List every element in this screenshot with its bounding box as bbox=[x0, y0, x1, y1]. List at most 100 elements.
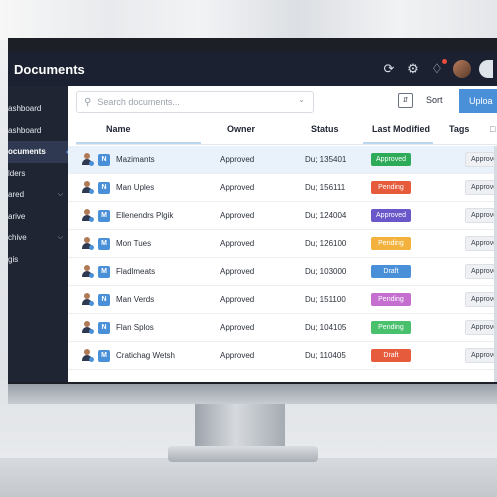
owner-cell: Approved bbox=[220, 323, 255, 332]
comment-icon[interactable]: □ bbox=[490, 124, 495, 134]
document-icon: M bbox=[98, 258, 110, 285]
sidebar-item[interactable]: arive bbox=[8, 206, 68, 228]
chevron-down-icon[interactable]: ⌄ bbox=[298, 95, 305, 104]
second-avatar[interactable] bbox=[479, 60, 493, 78]
owner-avatar bbox=[82, 258, 94, 285]
owner-avatar bbox=[82, 286, 94, 313]
sidebar-item[interactable]: chive ⌵ bbox=[8, 227, 68, 249]
sidebar-item-label: lders bbox=[8, 168, 26, 178]
sidebar-item[interactable]: ocuments bbox=[8, 141, 72, 163]
sort-button[interactable]: Sort bbox=[426, 95, 443, 105]
tag-badge[interactable]: Approved bbox=[465, 152, 497, 167]
table-row[interactable]: N Man Uples Approved Du; 156111 Pending Appro… bbox=[68, 174, 497, 202]
top-bar: Documents ⟳ ⚙ ♢ bbox=[8, 52, 497, 86]
status-badge-cell: Pending bbox=[371, 314, 411, 341]
table-row[interactable]: M Cratichag Wetsh Approved Du; 110405 Draft A… bbox=[68, 342, 497, 370]
user-icon bbox=[82, 293, 94, 306]
status-cell: Du; 126100 bbox=[305, 239, 347, 248]
tag-badge[interactable]: Approved bbox=[465, 264, 497, 279]
sidebar-item[interactable]: gis bbox=[8, 249, 68, 271]
search-bar[interactable]: ⚲ Search documents... ⌄ bbox=[76, 91, 314, 113]
status-cell: Du; 110405 bbox=[305, 351, 346, 360]
gear-icon[interactable]: ⚙ bbox=[405, 61, 421, 77]
status-badge-cell: Draft bbox=[371, 258, 411, 285]
document-name[interactable]: Ellenendrs Plgik bbox=[116, 202, 173, 229]
sidebar-item-label: ashboard bbox=[8, 104, 42, 114]
document-name[interactable]: Cratichag Wetsh bbox=[116, 342, 175, 369]
document-name[interactable]: Fladlmeats bbox=[116, 258, 155, 285]
table-row[interactable]: N Mazimants Approved Du; 135401 Approved Appr… bbox=[68, 146, 497, 174]
monitor-stand bbox=[195, 404, 285, 450]
table-header: Name Owner Status Last Modified Tags □ bbox=[76, 118, 497, 145]
sidebar-item-label: ashboard bbox=[8, 125, 42, 135]
status-badge: Pending bbox=[371, 293, 411, 306]
column-name[interactable]: Name bbox=[106, 124, 131, 134]
tag-badge[interactable]: Approved bbox=[465, 348, 497, 363]
sidebar-item-label: gis bbox=[8, 254, 19, 264]
tag-cell: Approved bbox=[465, 342, 497, 369]
owner-cell: Approved bbox=[220, 155, 255, 164]
tag-badge[interactable]: Approved bbox=[465, 208, 497, 223]
tag-cell: Approved bbox=[465, 286, 497, 313]
tag-badge[interactable]: Approved bbox=[465, 180, 497, 195]
status-badge-cell: Pending bbox=[371, 174, 411, 201]
sidebar: ashboard ashboard ocuments lders ared ⌵ arive c… bbox=[8, 86, 72, 382]
document-name[interactable]: Mazimants bbox=[116, 146, 155, 173]
owner-avatar bbox=[82, 230, 94, 257]
status-badge: Pending bbox=[371, 237, 411, 250]
tag-cell: Approved bbox=[465, 230, 497, 257]
sidebar-item[interactable]: ashboard bbox=[8, 120, 68, 142]
status-cell: Du; 135401 bbox=[305, 155, 347, 164]
tag-cell: Approved bbox=[465, 258, 497, 285]
status-badge-cell: Pending bbox=[371, 230, 411, 257]
owner-avatar bbox=[82, 202, 94, 229]
column-owner[interactable]: Owner bbox=[227, 124, 255, 134]
sidebar-item-label: ocuments bbox=[8, 147, 46, 157]
tag-cell: Approved bbox=[465, 174, 497, 201]
tag-badge[interactable]: Approved bbox=[465, 236, 497, 251]
bell-icon[interactable]: ♢ bbox=[429, 59, 447, 77]
tag-badge[interactable]: Approved bbox=[465, 320, 497, 335]
document-name[interactable]: Flan Splos bbox=[116, 314, 154, 341]
owner-avatar bbox=[82, 314, 94, 341]
table-row[interactable]: M Ellenendrs Plgik Approved Du; 124004 Appro… bbox=[68, 202, 497, 230]
chevron-down-icon[interactable]: ⌵ bbox=[58, 191, 63, 199]
document-name[interactable]: Man Uples bbox=[116, 174, 154, 201]
user-icon bbox=[82, 237, 94, 250]
tag-cell: Approved bbox=[465, 202, 497, 229]
sidebar-item[interactable]: ared ⌵ bbox=[8, 184, 68, 206]
user-avatar[interactable] bbox=[453, 60, 471, 78]
table-row[interactable]: N Flan Splos Approved Du; 104105 Pending Appr… bbox=[68, 314, 497, 342]
tag-badge[interactable]: Approved bbox=[465, 292, 497, 307]
table-row[interactable]: M Mon Tues Approved Du; 126100 Pending Approv… bbox=[68, 230, 497, 258]
document-icon: N bbox=[98, 146, 110, 173]
upload-button[interactable]: Uploa bbox=[459, 89, 497, 113]
search-placeholder[interactable]: Search documents... bbox=[97, 97, 180, 107]
search-icon: ⚲ bbox=[84, 96, 92, 108]
filter-icon[interactable]: ⇵ bbox=[398, 93, 413, 108]
document-name[interactable]: Man Verds bbox=[116, 286, 154, 313]
status-badge: Draft bbox=[371, 349, 411, 362]
refresh-icon[interactable]: ⟳ bbox=[381, 61, 397, 77]
status-badge-cell: Pending bbox=[371, 286, 411, 313]
sidebar-item[interactable]: lders bbox=[8, 163, 68, 185]
status-cell: Du; 151100 bbox=[305, 295, 346, 304]
table-row[interactable]: M Fladlmeats Approved Du; 103000 Draft Approv… bbox=[68, 258, 497, 286]
status-badge: Draft bbox=[371, 265, 411, 278]
chevron-down-icon[interactable]: ⌵ bbox=[58, 234, 63, 242]
column-status[interactable]: Status bbox=[311, 124, 339, 134]
table-row[interactable]: N Man Verds Approved Du; 151100 Pending Appro… bbox=[68, 286, 497, 314]
document-name[interactable]: Mon Tues bbox=[116, 230, 151, 257]
sidebar-item[interactable]: ashboard bbox=[8, 98, 68, 120]
wall-light bbox=[0, 0, 497, 40]
user-icon bbox=[82, 209, 94, 222]
column-tags[interactable]: Tags bbox=[449, 124, 469, 134]
column-last-modified[interactable]: Last Modified bbox=[372, 124, 430, 134]
owner-cell: Approved bbox=[220, 183, 255, 192]
owner-cell: Approved bbox=[220, 295, 255, 304]
document-icon: M bbox=[98, 230, 110, 257]
desk bbox=[0, 458, 497, 497]
top-icons: ⟳ ⚙ ♢ bbox=[381, 52, 497, 86]
document-table: N Mazimants Approved Du; 135401 Approved Appr… bbox=[68, 146, 497, 370]
sidebar-item-label: ared bbox=[8, 190, 25, 200]
